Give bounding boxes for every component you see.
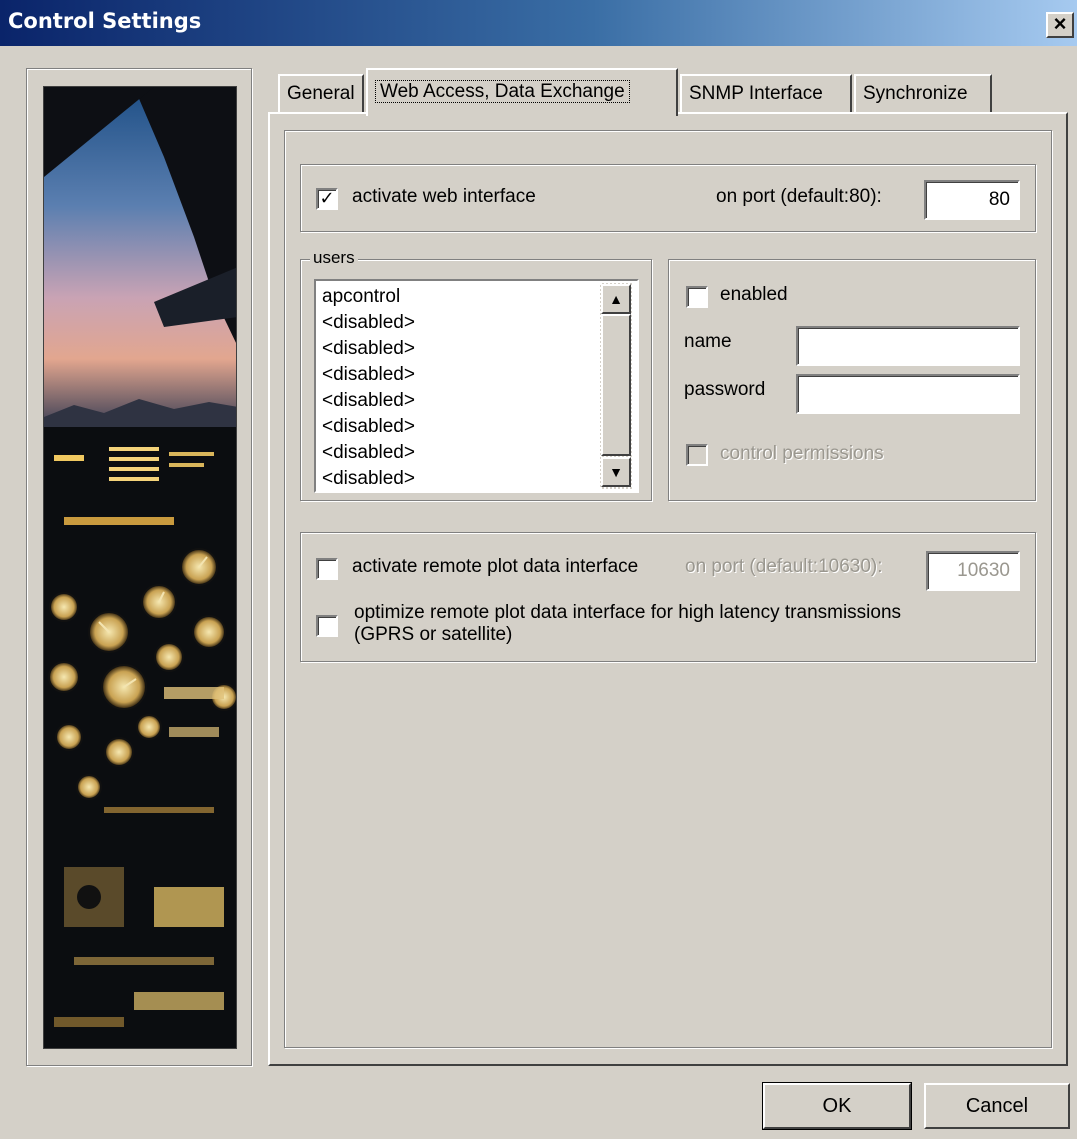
cockpit-image [43,86,237,1049]
optimize-latency-label: optimize remote plot data interface for … [354,602,902,645]
users-group-label: users [310,248,358,268]
name-input[interactable] [796,326,1020,366]
scroll-down-button[interactable]: ▼ [601,457,631,487]
scroll-up-arrow-icon: ▲ [609,291,623,307]
activate-remote-plot-checkbox[interactable] [316,558,338,580]
web-port-label: on port (default:80): [716,186,882,207]
scroll-down-arrow-icon: ▼ [609,464,623,480]
scrollbar-thumb[interactable] [601,314,631,456]
control-permissions-label: control permissions [720,443,884,464]
close-button[interactable]: × [1046,12,1074,38]
list-item[interactable]: apcontrol [320,284,600,310]
enabled-label: enabled [720,284,788,305]
list-item[interactable]: <disabled> [320,310,600,336]
name-label: name [684,331,732,352]
window-title: Control Settings [8,9,202,33]
activate-web-interface-checkbox[interactable]: ✓ [316,188,338,210]
checkmark-icon: ✓ [319,188,335,208]
activate-remote-plot-label: activate remote plot data interface [352,556,639,577]
users-list: apcontrol <disabled> <disabled> <disable… [320,284,600,492]
list-item[interactable]: <disabled> [320,388,600,414]
list-item[interactable]: <disabled> [320,466,600,492]
optimize-latency-checkbox[interactable] [316,615,338,637]
tab-synchronize[interactable]: Synchronize [854,74,992,112]
remote-port-label: on port (default:10630): [685,556,883,577]
control-permissions-checkbox[interactable] [686,444,708,466]
tab-general[interactable]: General [278,74,364,112]
cancel-button[interactable]: Cancel [924,1083,1070,1129]
scroll-up-button[interactable]: ▲ [601,284,631,314]
remote-port-input[interactable]: 10630 [926,551,1020,591]
web-port-input[interactable]: 80 [924,180,1020,220]
password-label: password [684,379,766,400]
enabled-checkbox[interactable] [686,286,708,308]
tab-web-access-data-exchange[interactable]: Web Access, Data Exchange [366,68,678,116]
list-item[interactable]: <disabled> [320,336,600,362]
activate-web-interface-label: activate web interface [352,186,536,207]
close-icon: × [1053,11,1067,36]
list-item[interactable]: <disabled> [320,440,600,466]
list-item[interactable]: <disabled> [320,362,600,388]
ok-button[interactable]: OK [762,1082,912,1130]
list-item[interactable]: <disabled> [320,414,600,440]
password-input[interactable] [796,374,1020,414]
tab-snmp-interface[interactable]: SNMP Interface [680,74,852,112]
